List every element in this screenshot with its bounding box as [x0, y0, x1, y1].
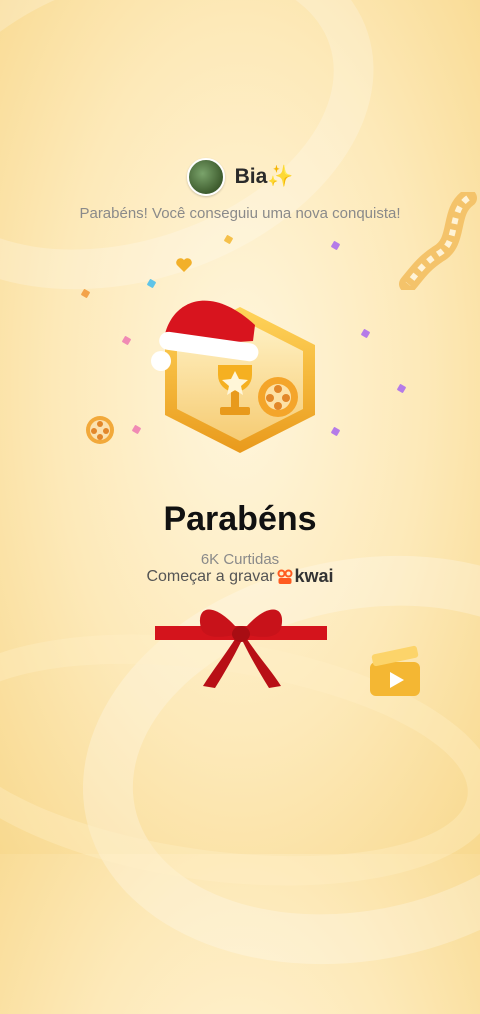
start-recording-link[interactable]: Começar a gravar kwai [0, 566, 480, 587]
ribbon-bow-icon [155, 609, 327, 688]
avatar[interactable] [186, 158, 225, 196]
confetti-piece [80, 288, 91, 299]
confetti-piece [360, 328, 371, 339]
brand-label: kwai [294, 566, 334, 586]
achievement-subtitle: Parabéns! Você conseguiu uma nova conqui… [79, 205, 401, 222]
trophy-badge-icon [145, 285, 335, 475]
confetti-piece [330, 240, 341, 251]
confetti-piece [121, 335, 132, 346]
santa-hat-icon [151, 300, 259, 371]
clapperboard-icon [370, 645, 420, 696]
heart-icon [176, 258, 192, 272]
film-reel-icon [86, 416, 114, 444]
confetti-piece [396, 383, 407, 394]
kwai-logo-icon [277, 569, 292, 584]
confetti-piece [131, 424, 142, 435]
confetti-piece [223, 234, 234, 245]
username[interactable]: Bia✨ [235, 165, 294, 189]
page-title: Parabéns [163, 500, 317, 538]
record-prompt[interactable]: Começar a gravar [146, 568, 274, 586]
